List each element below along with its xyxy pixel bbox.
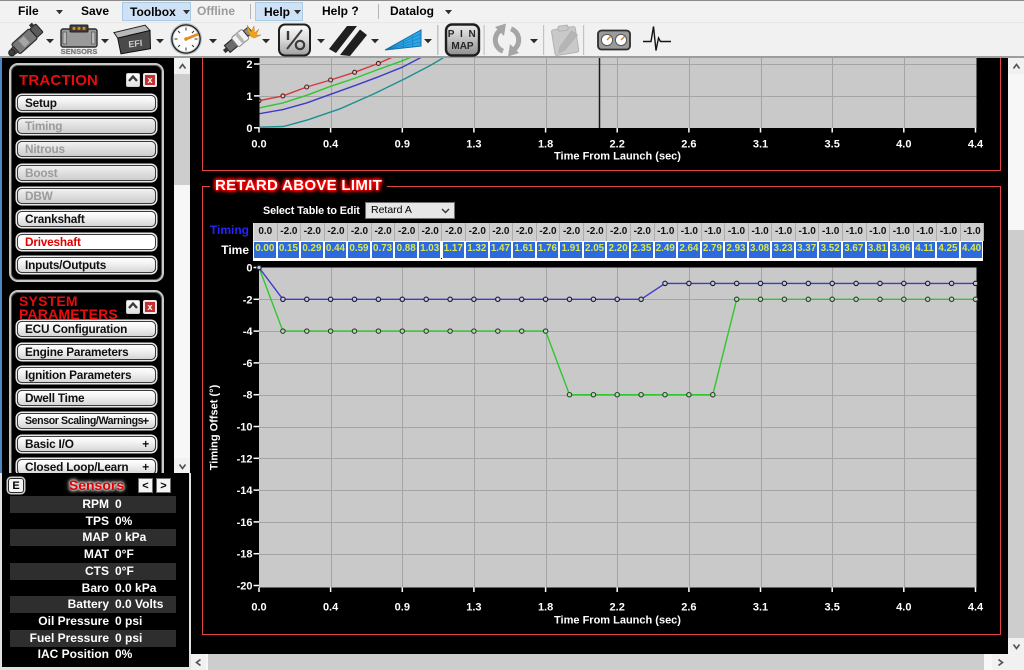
svg-text:Timing Offset (°): Timing Offset (°): [209, 384, 221, 470]
svg-text:1.8: 1.8: [538, 139, 553, 151]
svg-text:1.8: 1.8: [538, 602, 553, 614]
svg-text:4.4: 4.4: [968, 139, 984, 151]
svg-text:MAP: MAP: [451, 41, 474, 52]
svg-text:2.6: 2.6: [681, 139, 696, 151]
svg-text:-20: -20: [237, 581, 253, 593]
svg-text:0.4: 0.4: [323, 139, 339, 151]
svg-text:-6: -6: [243, 358, 253, 370]
svg-text:3.1: 3.1: [753, 602, 768, 614]
svg-text:-2: -2: [243, 294, 253, 306]
svg-text:-18: -18: [237, 549, 253, 561]
svg-text:Time From Launch (sec): Time From Launch (sec): [554, 615, 681, 627]
svg-text:-4: -4: [243, 326, 254, 338]
svg-text:2.6: 2.6: [681, 602, 696, 614]
svg-text:4.0: 4.0: [896, 139, 911, 151]
svg-text:1.3: 1.3: [466, 602, 481, 614]
svg-text:2: 2: [246, 59, 252, 71]
svg-text:-10: -10: [237, 422, 253, 434]
svg-text:0: 0: [246, 123, 252, 135]
svg-text:0: 0: [246, 263, 252, 275]
svg-text:2.2: 2.2: [610, 602, 625, 614]
svg-text:4.4: 4.4: [968, 602, 984, 614]
svg-text:-8: -8: [243, 390, 253, 402]
svg-text:EFI: EFI: [128, 38, 143, 50]
svg-text:1.3: 1.3: [466, 139, 481, 151]
svg-text:Time From Launch (sec): Time From Launch (sec): [554, 151, 681, 163]
svg-text:0.0: 0.0: [251, 139, 266, 151]
svg-text:0.9: 0.9: [395, 602, 410, 614]
svg-text:2.2: 2.2: [610, 139, 625, 151]
svg-text:-12: -12: [237, 453, 253, 465]
svg-text:-14: -14: [237, 485, 254, 497]
svg-text:0.4: 0.4: [323, 602, 339, 614]
svg-text:-16: -16: [237, 517, 253, 529]
svg-text:1: 1: [246, 91, 252, 103]
svg-text:3.1: 3.1: [753, 139, 768, 151]
svg-text:0.0: 0.0: [251, 602, 266, 614]
svg-text:3.5: 3.5: [825, 139, 840, 151]
svg-text:3.5: 3.5: [825, 602, 840, 614]
svg-text:SENSORS: SENSORS: [61, 47, 98, 56]
svg-text:0.9: 0.9: [395, 139, 410, 151]
svg-text:P I N: P I N: [448, 29, 478, 40]
svg-text:4.0: 4.0: [896, 602, 911, 614]
